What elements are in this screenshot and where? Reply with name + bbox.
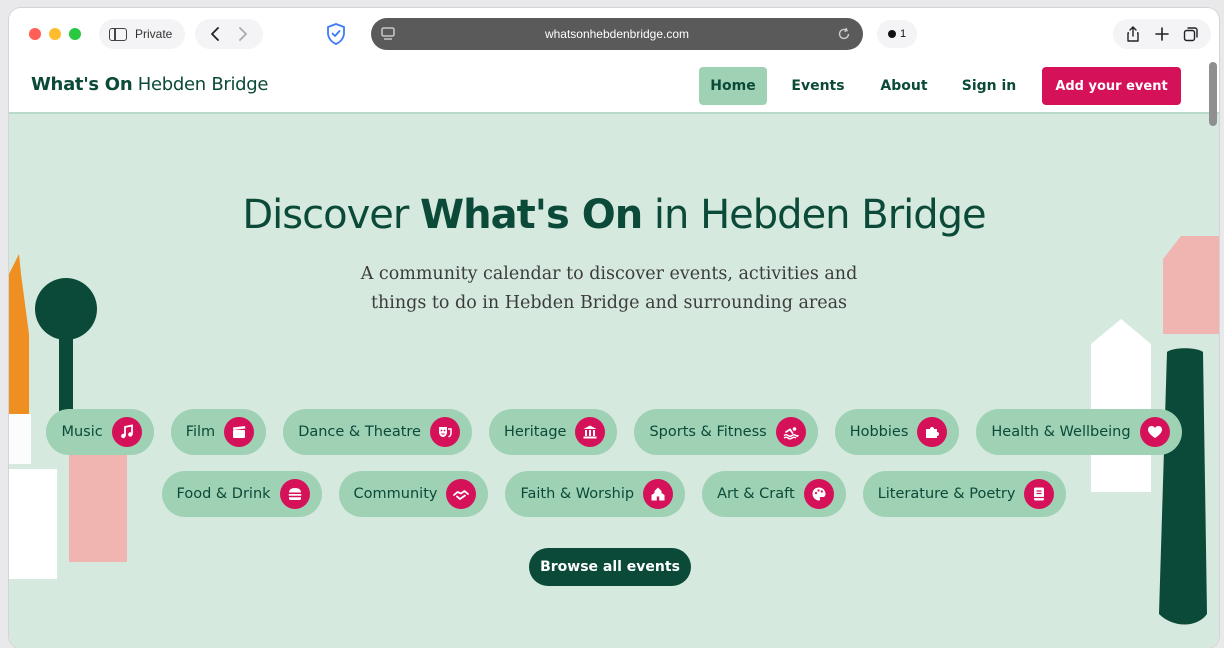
category-food-drink[interactable]: Food & Drink	[161, 471, 322, 517]
chevron-left-icon	[211, 27, 219, 41]
category-literature-poetry[interactable]: Literature & Poetry	[862, 471, 1067, 517]
category-label: Food & Drink	[176, 486, 271, 502]
zoom-window-button[interactable]	[69, 28, 81, 40]
private-label: Private	[135, 27, 173, 41]
close-window-button[interactable]	[29, 28, 41, 40]
category-row-1: Music Film Dance & Theatre Heritage Spor…	[9, 409, 1219, 455]
category-label: Dance & Theatre	[298, 424, 421, 440]
clapperboard-icon	[224, 417, 255, 447]
category-label: Music	[61, 424, 103, 440]
extension-icon	[887, 30, 896, 38]
music-note-icon	[111, 417, 142, 447]
category-art-craft[interactable]: Art & Craft	[702, 471, 846, 517]
tab-overview-icon[interactable]	[1183, 26, 1199, 42]
site-logo[interactable]: What's On Hebden Bridge	[31, 74, 269, 95]
address-bar[interactable]: whatsonhebdenbridge.com	[371, 18, 863, 50]
hero-title: Discover What's On in Hebden Bridge	[9, 192, 1219, 238]
site-header: What's On Hebden Bridge Home Events Abou…	[9, 60, 1219, 114]
hero-title-post: in Hebden Bridge	[653, 192, 987, 238]
logo-light: Hebden Bridge	[137, 74, 269, 95]
hero-subtitle-line-2: things to do in Hebden Bridge and surrou…	[370, 293, 848, 313]
category-health-wellbeing[interactable]: Health & Wellbeing	[976, 409, 1182, 455]
category-dance-theatre[interactable]: Dance & Theatre	[283, 409, 472, 455]
new-tab-icon[interactable]	[1154, 26, 1170, 42]
url-text: whatsonhebdenbridge.com	[544, 27, 690, 41]
category-label: Community	[353, 486, 438, 502]
category-film[interactable]: Film	[170, 409, 267, 455]
category-sports-fitness[interactable]: Sports & Fitness	[634, 409, 818, 455]
book-icon	[1024, 479, 1055, 509]
category-label: Health & Wellbeing	[991, 424, 1131, 440]
place-of-worship-icon	[643, 479, 674, 509]
nav-home[interactable]: Home	[699, 67, 767, 105]
category-label: Heritage	[503, 424, 567, 440]
theatre-masks-icon	[429, 417, 460, 447]
category-label: Literature & Poetry	[877, 486, 1016, 502]
hero-title-pre: Discover	[242, 192, 409, 238]
category-faith-worship[interactable]: Faith & Worship	[505, 471, 686, 517]
forward-button[interactable]	[233, 24, 253, 44]
palette-icon	[803, 479, 834, 509]
chevron-right-icon	[239, 27, 247, 41]
category-label: Sports & Fitness	[649, 424, 767, 440]
page-menu-icon[interactable]	[381, 26, 395, 42]
sidebar-icon	[109, 27, 127, 41]
landmark-icon	[575, 417, 606, 447]
browser-actions	[1113, 19, 1211, 49]
burger-icon	[279, 479, 310, 509]
nav-about[interactable]: About	[873, 67, 935, 105]
browser-window: Private whatsonhebdenbridge.com 1 What's…	[9, 8, 1219, 648]
privacy-shield-icon[interactable]	[324, 22, 348, 46]
back-button[interactable]	[205, 24, 225, 44]
browser-toolbar: Private whatsonhebdenbridge.com 1	[9, 8, 1219, 60]
category-label: Faith & Worship	[520, 486, 635, 502]
puzzle-piece-icon	[917, 417, 948, 447]
reload-icon[interactable]	[837, 27, 851, 41]
share-icon[interactable]	[1125, 26, 1141, 42]
hero-subtitle: A community calendar to discover events,…	[309, 260, 909, 318]
hero-subtitle-line-1: A community calendar to discover events,…	[360, 264, 858, 284]
page-scrollbar[interactable]	[1209, 62, 1217, 126]
category-label: Hobbies	[849, 424, 909, 440]
hero-title-bold: What's On	[420, 192, 643, 238]
browse-all-events-button[interactable]: Browse all events	[529, 548, 691, 586]
category-heritage[interactable]: Heritage	[488, 409, 618, 455]
category-community[interactable]: Community	[338, 471, 489, 517]
handshake-icon	[446, 479, 477, 509]
nav-sign-in[interactable]: Sign in	[957, 67, 1021, 105]
private-sidebar-button[interactable]: Private	[99, 19, 185, 49]
category-label: Film	[185, 424, 216, 440]
extension-count: 1	[899, 28, 907, 40]
category-music[interactable]: Music	[46, 409, 154, 455]
category-label: Art & Craft	[717, 486, 795, 502]
swimmer-icon	[775, 417, 806, 447]
logo-bold: What's On	[31, 74, 133, 95]
minimize-window-button[interactable]	[49, 28, 61, 40]
add-event-button[interactable]: Add your event	[1042, 67, 1181, 105]
extension-badge[interactable]: 1	[877, 20, 917, 48]
category-row-2: Food & Drink Community Faith & Worship A…	[9, 471, 1219, 517]
category-hobbies[interactable]: Hobbies	[834, 409, 960, 455]
heart-icon	[1139, 417, 1170, 447]
hero-section: Discover What's On in Hebden Bridge A co…	[9, 114, 1219, 648]
history-nav	[195, 19, 263, 49]
nav-events[interactable]: Events	[785, 67, 851, 105]
